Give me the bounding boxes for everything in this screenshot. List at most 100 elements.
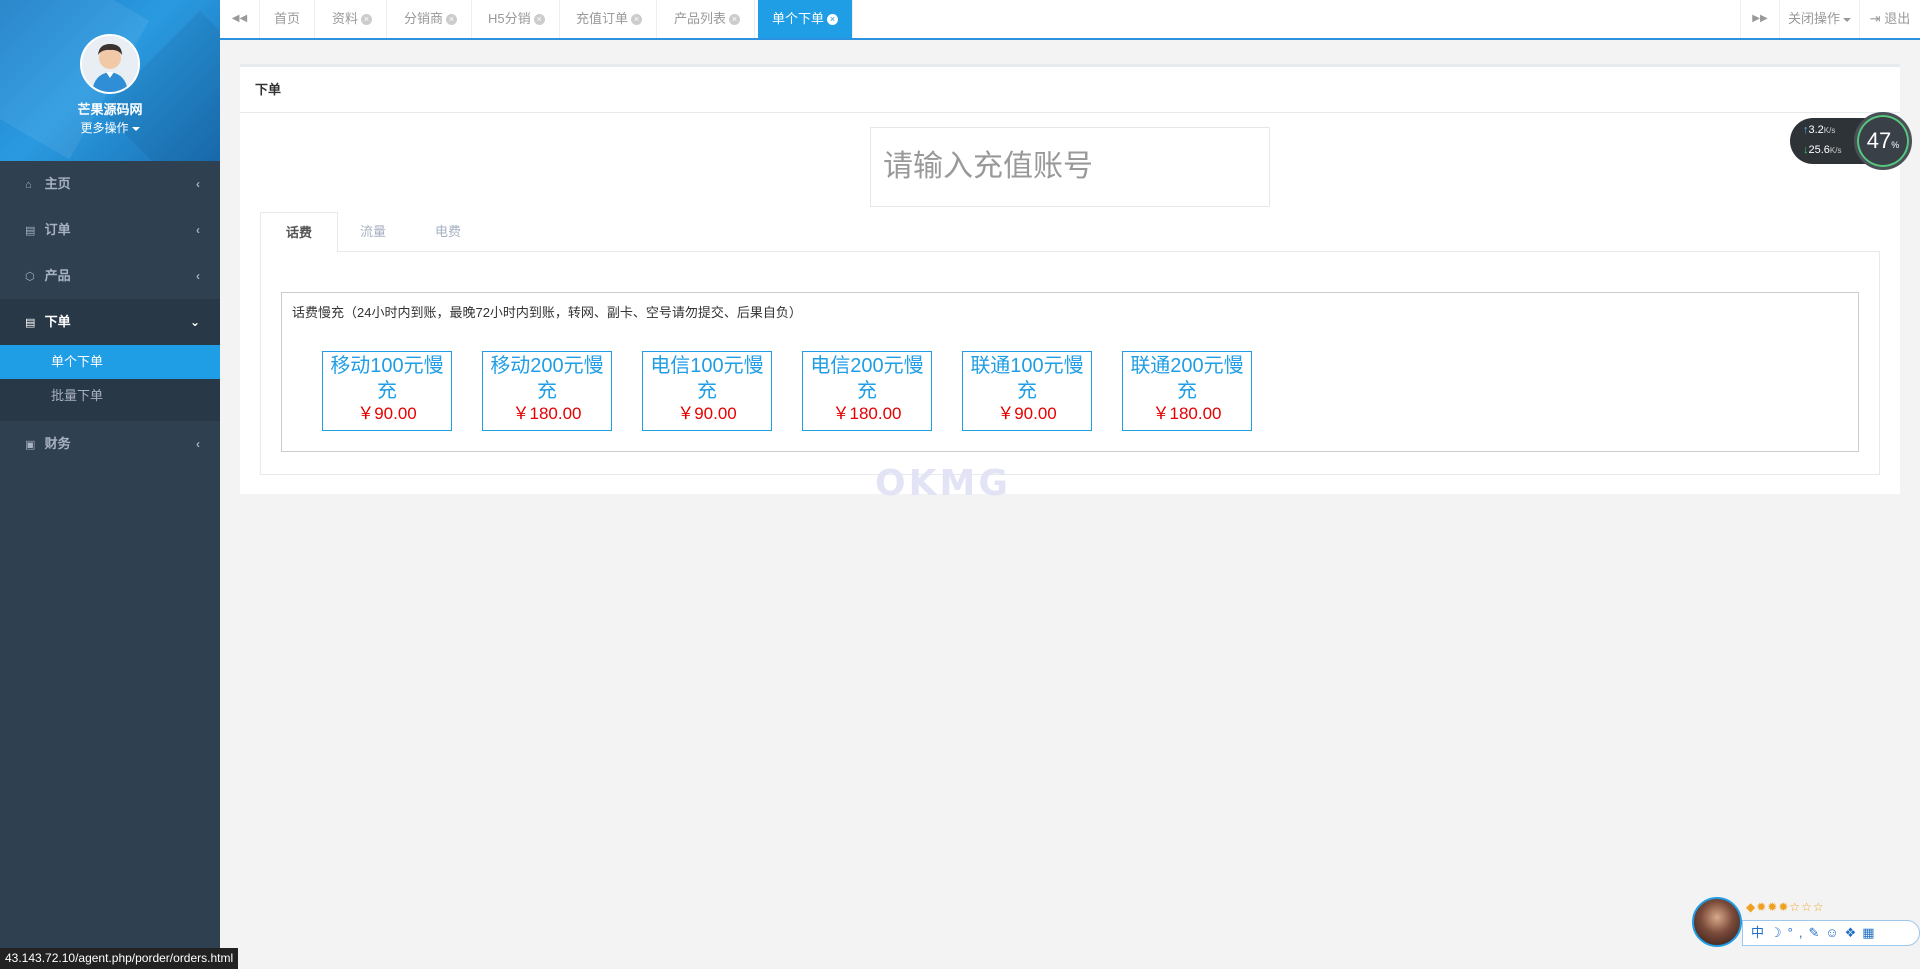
sidebar-item-label: 主页 xyxy=(44,176,71,191)
speed-unit: K/s xyxy=(1823,126,1836,135)
upload-value: 3.2 xyxy=(1808,124,1824,136)
product-group-notice: 话费慢充（24小时内到账，最晚72小时内到账，转网、副卡、空号请勿提交、后果自负… xyxy=(292,305,802,320)
product-card[interactable]: 联通200元慢充 ￥180.00 xyxy=(1122,351,1252,431)
status-url: 43.143.72.10/agent.php/porder/orders.htm… xyxy=(0,948,239,969)
category-tabs: 话费 流量 电费 话费慢充（24小时内到账，最晚72小时内到账，转网、副卡、空号… xyxy=(260,212,1880,475)
sidebar-subitem-batch-order[interactable]: 批量下单 xyxy=(0,379,220,413)
product-card[interactable]: 移动100元慢充 ￥90.00 xyxy=(322,351,452,431)
usage-percent: 47 xyxy=(1866,128,1892,153)
file-icon: ▤ xyxy=(25,225,36,237)
tab-h5-distribution[interactable]: H5分销 × xyxy=(474,0,560,38)
tab-label: H5分销 xyxy=(488,11,531,26)
product-name: 移动200元慢充 xyxy=(490,355,604,402)
tab-home[interactable]: 首页 xyxy=(260,0,316,38)
chevron-left-icon: ‹ xyxy=(196,269,200,283)
profile-header: 芒果源码网 更多操作 xyxy=(0,0,220,161)
caret-down-icon xyxy=(1843,17,1851,22)
usage-percent-unit: % xyxy=(1891,140,1900,150)
logout-label: 退出 xyxy=(1884,11,1911,26)
sidebar-subitem-single-order[interactable]: 单个下单 xyxy=(0,345,220,379)
watermark-logo: OKMG xyxy=(875,463,1011,504)
close-icon[interactable]: × xyxy=(827,14,839,26)
product-price: ￥180.00 xyxy=(512,404,582,423)
more-actions-label: 更多操作 xyxy=(80,121,129,135)
tab-data[interactable]: 流量 xyxy=(335,212,411,253)
close-icon[interactable]: × xyxy=(729,14,741,26)
product-name: 联通200元慢充 xyxy=(1130,355,1244,402)
product-card[interactable]: 移动200元慢充 ￥180.00 xyxy=(482,351,612,431)
sidebar-item-orders[interactable]: ▤ 订单 ‹ xyxy=(0,207,220,253)
money-icon: ▣ xyxy=(25,439,36,451)
product-name: 移动100元慢充 xyxy=(330,355,444,402)
avatar[interactable] xyxy=(80,34,140,94)
logout-icon: ⇥ xyxy=(1869,11,1885,26)
cube-icon: ⬡ xyxy=(25,271,35,283)
profile-name: 芒果源码网 xyxy=(77,102,143,117)
scroll-tabs-right-button[interactable]: ▶▶ xyxy=(1740,0,1780,38)
chevron-left-icon: ‹ xyxy=(196,177,200,191)
chevron-down-icon: ⌄ xyxy=(189,315,200,329)
ime-avatar[interactable] xyxy=(1692,897,1742,947)
download-value: 25.6 xyxy=(1808,144,1830,156)
chevron-left-icon: ‹ xyxy=(196,223,200,237)
logout-button[interactable]: ⇥ 退出 xyxy=(1860,0,1920,38)
product-name: 联通100元慢充 xyxy=(970,355,1084,402)
panel-title: 下单 xyxy=(240,67,1900,113)
category-tab-header: 话费 流量 电费 xyxy=(260,212,1880,253)
sidebar-item-label: 财务 xyxy=(44,436,71,451)
sidebar-item-label: 下单 xyxy=(44,314,71,329)
product-card[interactable]: 联通100元慢充 ￥90.00 xyxy=(962,351,1092,431)
order-panel: 下单 话费 流量 电费 话费慢充（24小时内到账，最晚72小时内到账，转网、副卡… xyxy=(240,64,1900,494)
home-icon: ⌂ xyxy=(25,179,32,191)
sidebar: 芒果源码网 更多操作 ⌂ 主页 ‹ ▤ 订单 ‹ ⬡ 产品 ‹ ▤ 下单 ⌄ 单… xyxy=(0,0,220,969)
product-card[interactable]: 电信200元慢充 ￥180.00 xyxy=(802,351,932,431)
tab-label: 产品列表 xyxy=(674,11,727,26)
product-price: ￥180.00 xyxy=(1152,404,1222,423)
tab-label: 分销商 xyxy=(404,11,444,26)
tab-label: 资料 xyxy=(332,11,359,26)
product-price: ￥90.00 xyxy=(357,404,417,423)
ime-toolbar[interactable]: 中☽°,✎☺❖▦ xyxy=(1742,920,1920,946)
product-name: 电信200元慢充 xyxy=(810,355,924,402)
speed-unit: K/s xyxy=(1829,146,1842,155)
close-icon[interactable]: × xyxy=(446,14,458,26)
sidebar-item-home[interactable]: ⌂ 主页 ‹ xyxy=(0,161,220,207)
download-speed: ↓25.6K/s xyxy=(1803,144,1841,156)
file-icon: ▤ xyxy=(25,317,36,329)
memory-usage-gauge[interactable]: 47% xyxy=(1854,112,1912,170)
close-operations-dropdown[interactable]: 关闭操作 xyxy=(1780,0,1860,38)
product-card[interactable]: 电信100元慢充 ￥90.00 xyxy=(642,351,772,431)
tab-profile[interactable]: 资料 × xyxy=(318,0,388,38)
tab-distributors[interactable]: 分销商 × xyxy=(390,0,473,38)
tab-phone-bill[interactable]: 话费 xyxy=(260,212,339,253)
close-operations-label: 关闭操作 xyxy=(1787,11,1840,26)
product-price: ￥180.00 xyxy=(832,404,902,423)
tab-product-list[interactable]: 产品列表 × xyxy=(660,0,756,38)
close-icon[interactable]: × xyxy=(631,14,643,26)
close-icon[interactable]: × xyxy=(361,14,373,26)
sidebar-nav: ⌂ 主页 ‹ ▤ 订单 ‹ ⬡ 产品 ‹ ▤ 下单 ⌄ 单个下单 批量下单 ▣ … xyxy=(0,161,220,467)
product-price: ￥90.00 xyxy=(997,404,1057,423)
tab-content: 话费慢充（24小时内到账，最晚72小时内到账，转网、副卡、空号请勿提交、后果自负… xyxy=(260,252,1880,475)
tab-electricity[interactable]: 电费 xyxy=(410,212,486,253)
close-icon[interactable]: × xyxy=(533,14,545,26)
recharge-account-input[interactable] xyxy=(870,127,1270,207)
sidebar-item-label: 订单 xyxy=(44,222,71,237)
sidebar-item-place-order[interactable]: ▤ 下单 ⌄ xyxy=(0,299,220,345)
sidebar-item-finance[interactable]: ▣ 财务 ‹ xyxy=(0,421,220,467)
tab-bar: ◀◀ 首页 资料 × 分销商 × H5分销 × 充值订单 × 产品列表 × 单个下单 × ▶… xyxy=(220,0,1920,40)
more-actions-dropdown[interactable]: 更多操作 xyxy=(0,119,220,136)
caret-down-icon xyxy=(131,126,140,131)
ime-level-stars: ◆✹✹✹☆☆☆ xyxy=(1746,900,1825,914)
tab-label: 单个下单 xyxy=(772,11,825,26)
tab-recharge-orders[interactable]: 充值订单 × xyxy=(562,0,658,38)
tab-label: 首页 xyxy=(274,11,301,26)
sidebar-item-products[interactable]: ⬡ 产品 ‹ xyxy=(0,253,220,299)
tab-label: 充值订单 xyxy=(576,11,629,26)
sidebar-item-label: 产品 xyxy=(44,268,71,283)
sidebar-submenu: 单个下单 批量下单 xyxy=(0,345,220,421)
scroll-tabs-left-button[interactable]: ◀◀ xyxy=(220,0,260,38)
chevron-left-icon: ‹ xyxy=(196,437,200,451)
product-price: ￥90.00 xyxy=(677,404,737,423)
tab-single-order[interactable]: 单个下单 × xyxy=(758,0,854,38)
